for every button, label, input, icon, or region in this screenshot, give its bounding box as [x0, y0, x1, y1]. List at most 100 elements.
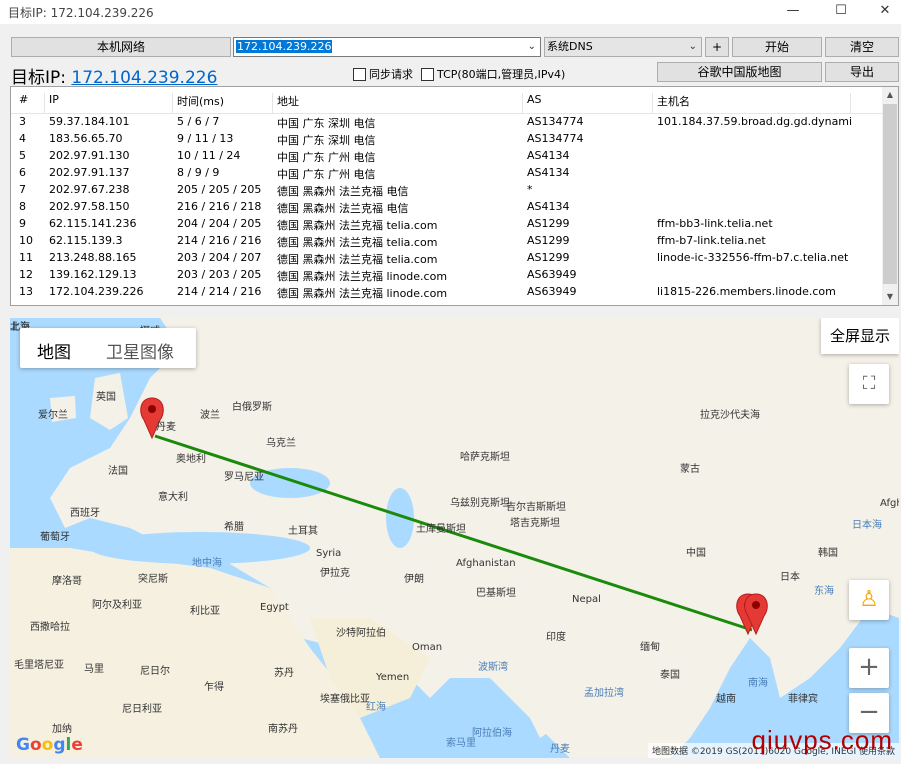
- map-type-control[interactable]: 地图 卫星图像: [20, 328, 196, 368]
- map-label: 南苏丹: [268, 724, 298, 735]
- minimize-button[interactable]: —: [770, 0, 816, 24]
- route-map[interactable]: 挪威英国爱尔兰丹麦波兰白俄罗斯乌克兰法国奥地利罗马尼亚意大利西班牙葡萄牙希腊土耳…: [10, 318, 899, 758]
- start-button[interactable]: 开始: [732, 37, 822, 57]
- chevron-down-icon[interactable]: ⌄: [689, 38, 697, 56]
- tab-map[interactable]: 地图: [37, 338, 71, 363]
- table-cell: 12: [19, 268, 33, 281]
- google-map-button[interactable]: 谷歌中国版地图: [657, 62, 822, 82]
- table-row[interactable]: 8 202.97.58.150 216 / 216 / 218 德国 黑森州 法兰克福…: [11, 199, 883, 216]
- watermark: qiuvps.com: [751, 725, 893, 755]
- table-cell: 4: [19, 132, 26, 145]
- map-label: 印度: [546, 632, 566, 643]
- zoom-in-button[interactable]: +: [849, 648, 889, 688]
- table-cell: *: [527, 183, 533, 196]
- tab-satellite[interactable]: 卫星图像: [106, 338, 174, 363]
- map-label: 阿尔及利亚: [92, 600, 142, 611]
- table-row[interactable]: 6 202.97.91.137 8 / 9 / 9 中国 广东 广州 电信 AS4134: [11, 165, 883, 182]
- map-label: 阿拉伯海: [472, 728, 512, 739]
- table-row[interactable]: 11 213.248.88.165 203 / 204 / 207 德国 黑森州 法兰…: [11, 250, 883, 267]
- table-row[interactable]: 10 62.115.139.3 214 / 216 / 216 德国 黑森州 法兰克福…: [11, 233, 883, 250]
- table-cell: linode-ic-332556-ffm-b7.c.telia.net: [657, 251, 849, 264]
- scroll-down-icon[interactable]: ▼: [882, 289, 898, 305]
- export-button[interactable]: 导出: [825, 62, 899, 82]
- table-cell: 中国 广东 深圳 电信: [277, 134, 376, 147]
- map-label: 东海: [814, 586, 834, 597]
- column-header-as[interactable]: AS: [523, 93, 653, 113]
- map-label: Yemen: [376, 672, 410, 683]
- map-label: 伊朗: [404, 574, 424, 585]
- table-cell: 3: [19, 115, 26, 128]
- scroll-up-icon[interactable]: ▲: [882, 87, 898, 103]
- table-cell: 7: [19, 183, 26, 196]
- scroll-thumb[interactable]: [883, 104, 897, 284]
- map-label: 尼日尔: [140, 666, 170, 677]
- map-label: 西班牙: [70, 508, 100, 519]
- column-header-time[interactable]: 时间(ms): [173, 93, 273, 113]
- maximize-button[interactable]: ☐: [818, 0, 864, 24]
- map-label: 奥地利: [176, 454, 206, 465]
- column-header-index[interactable]: #: [15, 93, 45, 113]
- map-label: 菲律宾: [788, 694, 818, 705]
- map-label: 缅甸: [640, 642, 660, 653]
- window-title: 目标IP: 172.104.239.226: [8, 6, 154, 20]
- column-header-hostname[interactable]: 主机名: [653, 93, 851, 113]
- map-base: [10, 318, 899, 758]
- checkbox-box[interactable]: [353, 67, 366, 81]
- column-header-ip[interactable]: IP: [45, 93, 173, 113]
- map-label: 土耳其: [288, 526, 318, 537]
- sync-request-checkbox[interactable]: 同步请求: [353, 66, 413, 82]
- pegman-icon[interactable]: ♙: [849, 580, 889, 620]
- table-cell: 183.56.65.70: [49, 132, 123, 145]
- clear-button[interactable]: 清空: [825, 37, 899, 57]
- table-cell: 172.104.239.226: [49, 285, 144, 298]
- map-label: 毛里塔尼亚: [14, 660, 64, 671]
- dns-select[interactable]: 系统DNS ⌄: [544, 37, 702, 57]
- map-label: 韩国: [818, 548, 838, 559]
- chevron-down-icon[interactable]: ⌄: [528, 38, 536, 56]
- target-ip-link[interactable]: 172.104.239.226: [71, 68, 217, 88]
- tcp-label: TCP(80端口,管理员,IPv4): [437, 68, 566, 81]
- table-cell: 10 / 11 / 24: [177, 149, 241, 162]
- add-button[interactable]: +: [705, 37, 729, 57]
- map-label: 西撒哈拉: [30, 622, 70, 633]
- table-cell: 9 / 11 / 13: [177, 132, 234, 145]
- map-label: 地中海: [192, 558, 222, 569]
- table-cell: 214 / 216 / 216: [177, 234, 262, 247]
- table-cell: 213.248.88.165: [49, 251, 137, 264]
- table-cell: 德国 黑森州 法兰克福 电信: [277, 202, 409, 215]
- table-cell: AS63949: [527, 285, 577, 298]
- fullscreen-text-button[interactable]: 全屏显示: [821, 318, 899, 354]
- table-row[interactable]: 12 139.162.129.13 203 / 203 / 205 德国 黑森州 法兰…: [11, 267, 883, 284]
- table-cell: 202.97.67.238: [49, 183, 130, 196]
- checkbox-box[interactable]: [421, 67, 434, 81]
- local-network-button[interactable]: 本机网络: [11, 37, 231, 57]
- map-label: 越南: [716, 694, 736, 705]
- tcp-checkbox[interactable]: TCP(80端口,管理员,IPv4): [421, 66, 565, 82]
- target-ip-combo[interactable]: 172.104.239.226 ⌄: [233, 37, 541, 57]
- table-cell: 13: [19, 285, 33, 298]
- table-cell: 62.115.139.3: [49, 234, 123, 247]
- table-row[interactable]: 5 202.97.91.130 10 / 11 / 24 中国 广东 广州 电信 AS4…: [11, 148, 883, 165]
- map-label: 乌克兰: [266, 438, 296, 449]
- table-cell: 11: [19, 251, 33, 264]
- column-header-address[interactable]: 地址: [273, 93, 523, 113]
- table-cell: AS1299: [527, 234, 570, 247]
- table-row[interactable]: 13 172.104.239.226 214 / 214 / 216 德国 黑森州 法…: [11, 284, 883, 301]
- map-label: 意大利: [158, 492, 188, 503]
- table-row[interactable]: 4 183.56.65.70 9 / 11 / 13 中国 广东 深圳 电信 AS134…: [11, 131, 883, 148]
- fullscreen-icon[interactable]: ⛶: [849, 364, 889, 404]
- table-cell: 德国 黑森州 法兰克福 电信: [277, 185, 409, 198]
- table-cell: AS4134: [527, 149, 570, 162]
- close-button[interactable]: ✕: [862, 0, 901, 24]
- table-cell: ffm-b7-link.telia.net: [657, 234, 766, 247]
- trace-table[interactable]: # IP 时间(ms) 地址 AS 主机名 3 59.37.184.101 5 / …: [10, 86, 899, 306]
- map-label: 哈萨克斯坦: [460, 452, 510, 463]
- map-label: 苏丹: [274, 668, 294, 679]
- vertical-scrollbar[interactable]: ▲ ▼: [882, 87, 898, 305]
- map-label: 尼日利亚: [122, 704, 162, 715]
- table-row[interactable]: 7 202.97.67.238 205 / 205 / 205 德国 黑森州 法兰克福…: [11, 182, 883, 199]
- table-row[interactable]: 3 59.37.184.101 5 / 6 / 7 中国 广东 深圳 电信 AS1347…: [11, 114, 883, 131]
- table-row[interactable]: 9 62.115.141.236 204 / 204 / 205 德国 黑森州 法兰克…: [11, 216, 883, 233]
- table-cell: 216 / 216 / 218: [177, 200, 262, 213]
- table-cell: 8 / 9 / 9: [177, 166, 220, 179]
